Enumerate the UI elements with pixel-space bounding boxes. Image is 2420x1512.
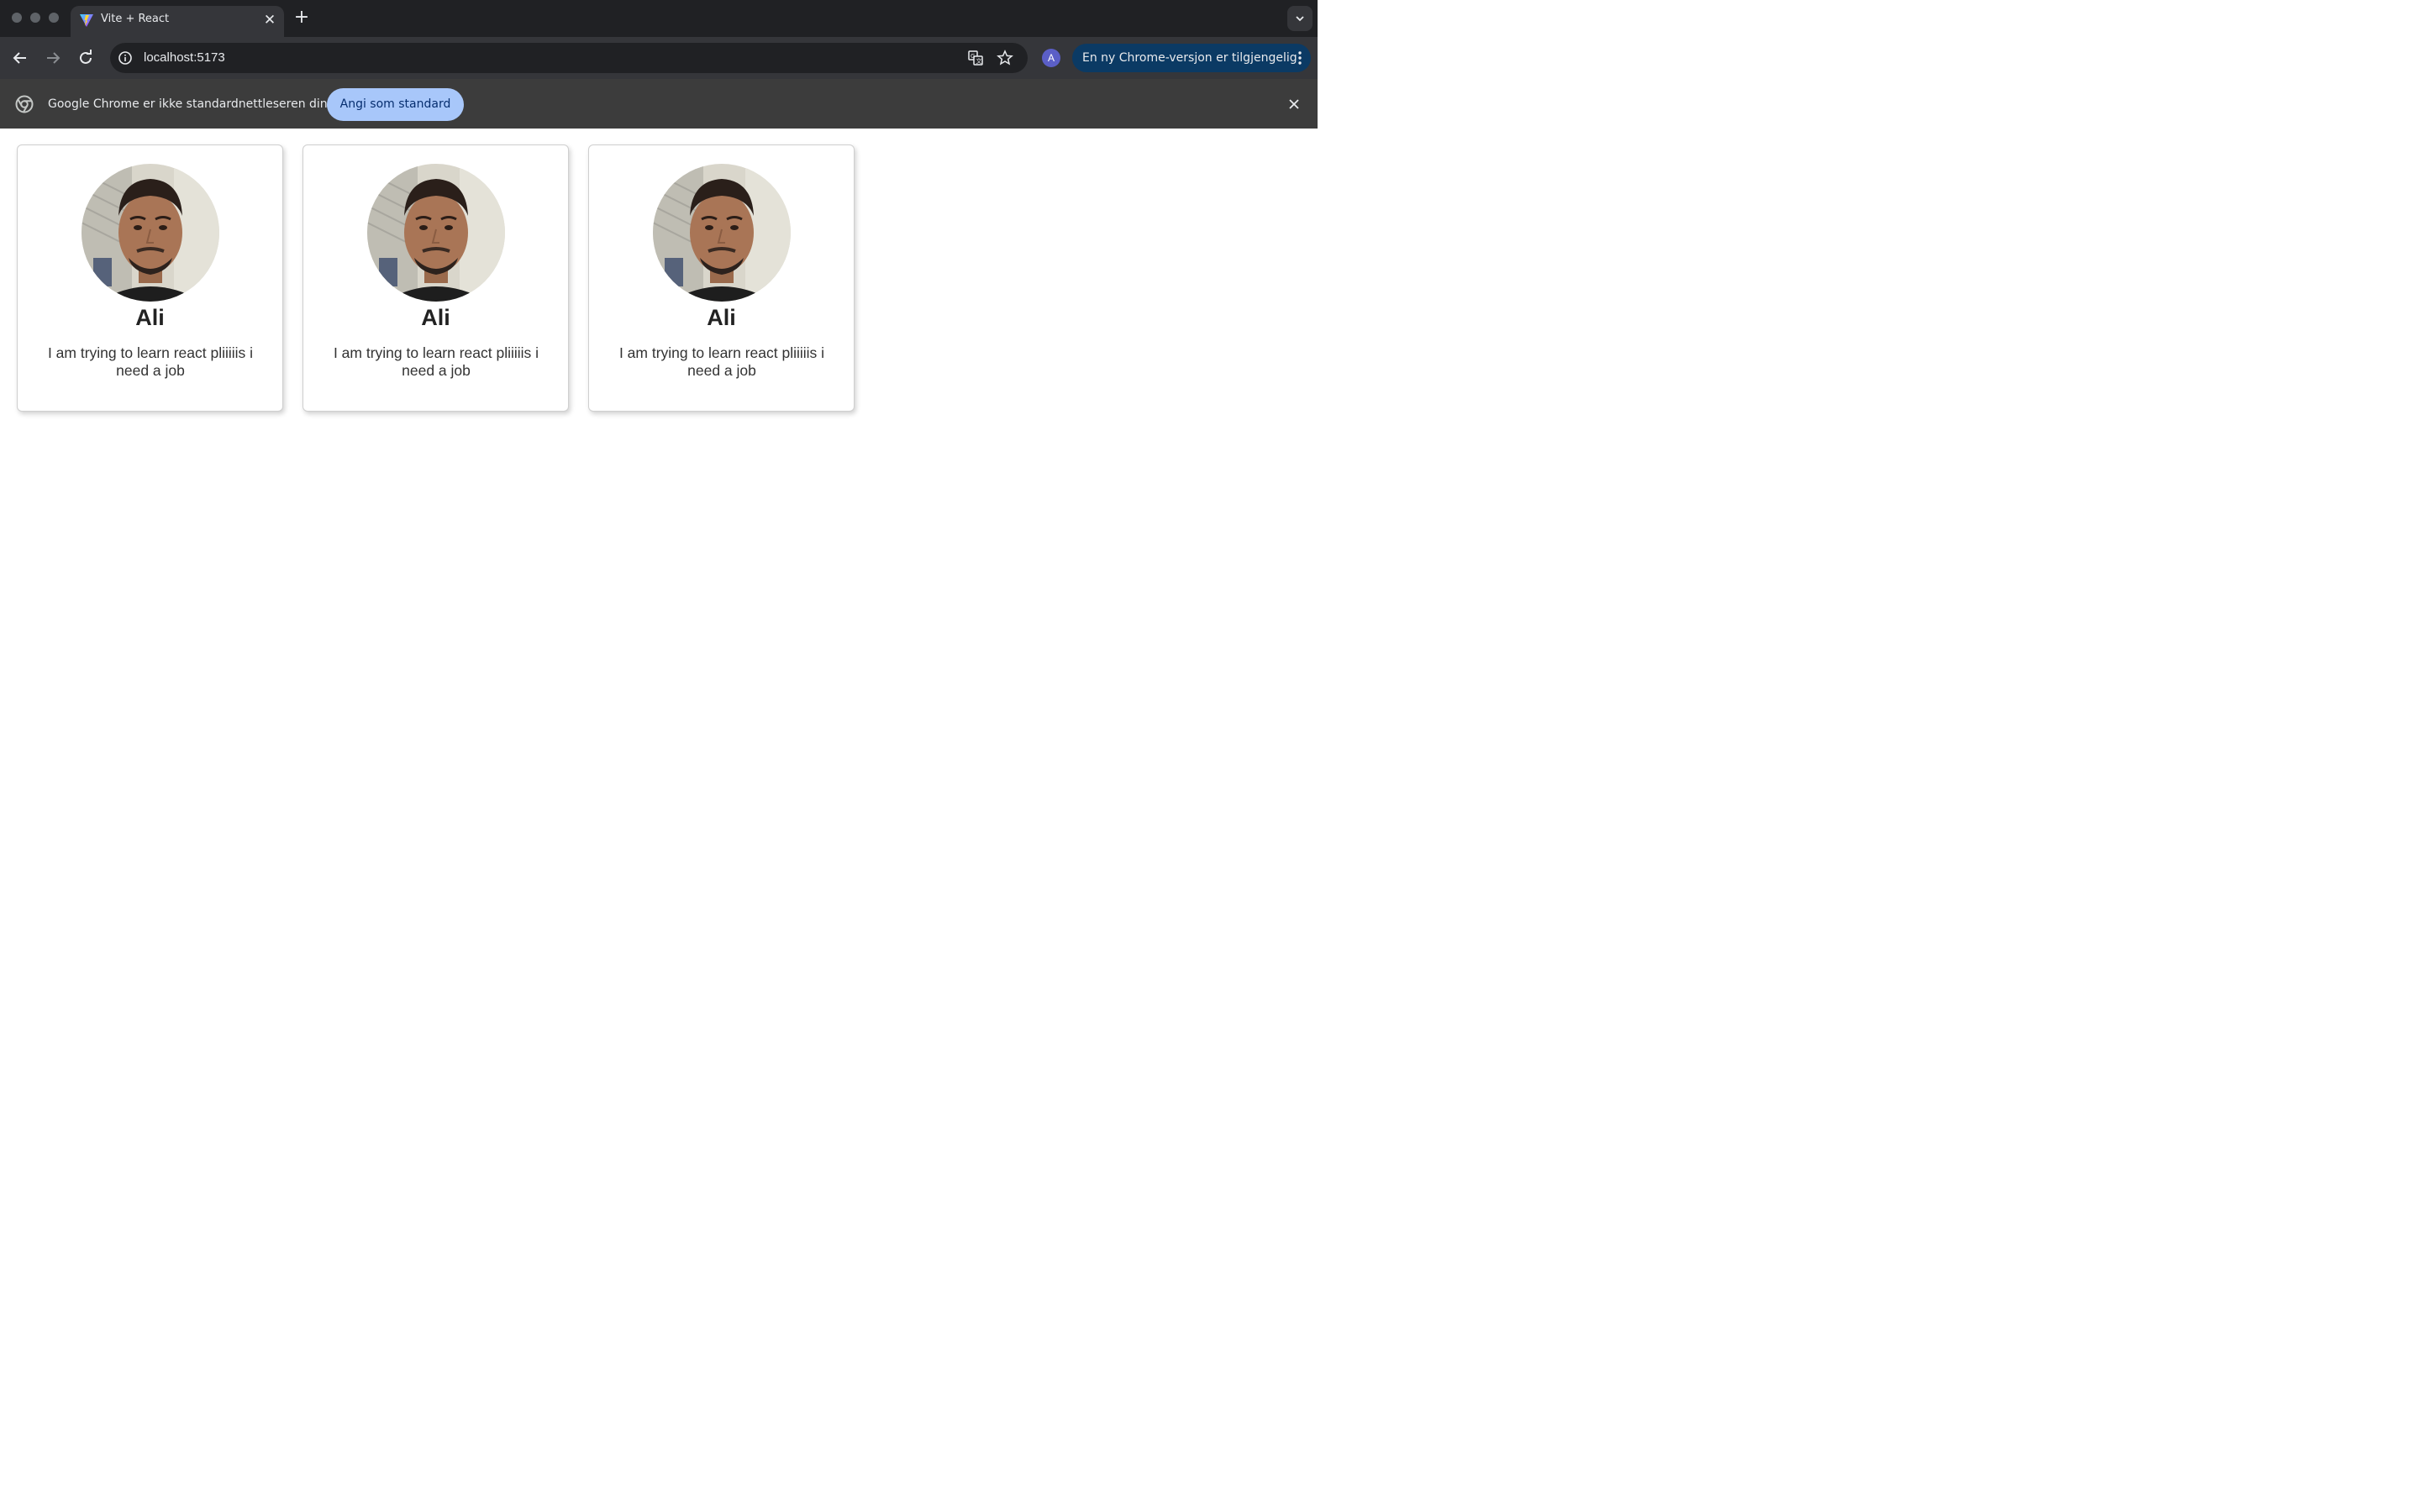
window-minimize-dot[interactable]	[30, 13, 40, 23]
profile-avatar[interactable]: A	[1042, 49, 1060, 67]
profile-photo	[653, 164, 791, 302]
chrome-update-button[interactable]: En ny Chrome-versjon er tilgjengelig	[1072, 44, 1311, 72]
back-arrow-icon[interactable]	[10, 48, 30, 68]
update-notice-label: En ny Chrome-versjon er tilgjengelig	[1082, 51, 1297, 65]
infobar-message: Google Chrome er ikke standardnettlesere…	[48, 97, 328, 111]
vite-logo-icon	[80, 14, 93, 27]
profile-bio: I am trying to learn react pliiiiis i ne…	[618, 344, 825, 379]
profile-card: Ali I am trying to learn react pliiiiis …	[302, 144, 569, 412]
avatar-portrait-image	[82, 164, 219, 302]
browser-tab[interactable]: Vite + React ✕	[71, 6, 284, 37]
avatar-portrait-image	[653, 164, 791, 302]
profile-bio: I am trying to learn react pliiiiis i ne…	[47, 344, 254, 379]
window-zoom-dot[interactable]	[49, 13, 59, 23]
profile-name: Ali	[707, 305, 736, 330]
address-bar[interactable]: localhost:5173 G 文	[110, 43, 1028, 73]
url-text: localhost:5173	[144, 50, 225, 65]
chrome-icon	[15, 95, 34, 113]
profile-name: Ali	[421, 305, 450, 330]
profile-card: Ali I am trying to learn react pliiiiis …	[17, 144, 283, 412]
svg-text:G: G	[971, 53, 975, 60]
set-default-button[interactable]: Angi som standard	[327, 88, 464, 121]
window-close-dot[interactable]	[12, 13, 22, 23]
browser-toolbar: localhost:5173 G 文 A En ny Chrome-versjo…	[0, 37, 1318, 79]
profile-photo	[367, 164, 505, 302]
chevron-down-icon	[1296, 16, 1304, 22]
tab-strip: Vite + React ✕ +	[0, 0, 1318, 37]
tab-search-button[interactable]	[1287, 6, 1313, 31]
more-vert-icon[interactable]	[1297, 50, 1302, 66]
profile-bio: I am trying to learn react pliiiiis i ne…	[333, 344, 539, 379]
tab-close-icon[interactable]: ✕	[262, 13, 277, 28]
default-browser-infobar: Google Chrome er ikke standardnettlesere…	[0, 79, 1318, 129]
star-icon[interactable]	[997, 50, 1013, 66]
profile-card: Ali I am trying to learn react pliiiiis …	[588, 144, 855, 412]
close-icon[interactable]	[1286, 96, 1302, 113]
profile-photo	[82, 164, 219, 302]
new-tab-plus-icon[interactable]: +	[292, 8, 311, 27]
avatar-portrait-image	[367, 164, 505, 302]
info-icon[interactable]	[118, 50, 133, 66]
forward-arrow-icon[interactable]	[43, 48, 63, 68]
profile-name: Ali	[135, 305, 165, 330]
svg-text:文: 文	[976, 57, 982, 65]
reload-icon[interactable]	[76, 48, 96, 68]
translate-icon[interactable]: G 文	[967, 50, 984, 66]
tab-title: Vite + React	[101, 13, 170, 25]
